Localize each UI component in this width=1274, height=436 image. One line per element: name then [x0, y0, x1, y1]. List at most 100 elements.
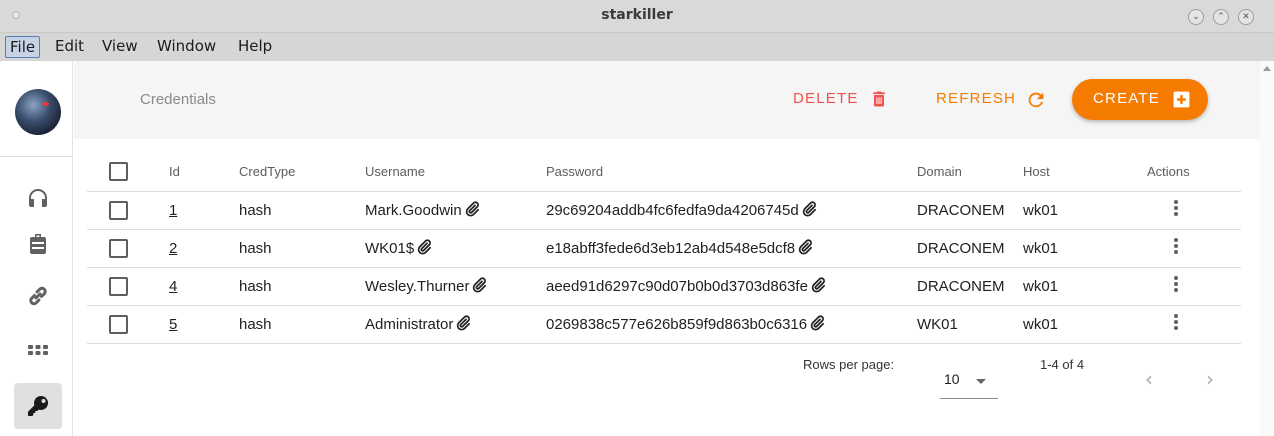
paperclip-icon[interactable]: [809, 315, 825, 331]
apps-grid-icon: [28, 345, 48, 355]
headphones-icon: [29, 189, 47, 207]
create-label: CREATE: [1093, 90, 1160, 107]
menu-file[interactable]: File: [5, 36, 41, 58]
username-cell: WK01$: [365, 229, 546, 268]
row-checkbox[interactable]: [109, 314, 128, 334]
domain-cell: WK01: [917, 305, 1023, 344]
more-actions-icon[interactable]: [1174, 236, 1178, 256]
password-text: 29c69204addb4fc6fedfa9da4206745d: [546, 202, 799, 219]
prev-page-button[interactable]: ‹: [1145, 367, 1153, 391]
more-actions-icon[interactable]: [1174, 274, 1178, 294]
menu-view[interactable]: View: [98, 36, 142, 58]
table-row: 1 hash Mark.Goodwin 29c69204addb4fc6fedf…: [87, 191, 1241, 230]
password-cell: e18abff3fede6d3eb12ab4d548e5dcf8: [546, 229, 917, 268]
menu-window[interactable]: Window: [153, 36, 220, 58]
row-checkbox[interactable]: [109, 200, 128, 220]
username-cell: Administrator: [365, 305, 546, 344]
refresh-label: REFRESH: [936, 90, 1017, 107]
toolbar: Credentials DELETE REFRESH CREATE: [74, 61, 1260, 139]
table-row: 4 hash Wesley.Thurner aeed91d6297c90d07b…: [87, 267, 1241, 306]
sidebar: [0, 61, 73, 436]
row-checkbox[interactable]: [109, 276, 128, 296]
menu-bar: File Edit View Window Help: [0, 33, 1274, 61]
header-password[interactable]: Password: [546, 152, 917, 192]
header-actions: Actions: [1147, 152, 1241, 192]
vertical-scrollbar[interactable]: [1260, 61, 1274, 436]
plus-box-icon: [1173, 91, 1190, 108]
maximize-button[interactable]: ⌃: [1213, 9, 1229, 25]
credential-id-link[interactable]: 1: [169, 202, 177, 219]
create-button[interactable]: CREATE: [1072, 79, 1208, 120]
more-actions-icon[interactable]: [1174, 198, 1178, 218]
paperclip-icon[interactable]: [797, 239, 813, 255]
credential-id-link[interactable]: 2: [169, 240, 177, 257]
breadcrumb[interactable]: Credentials: [140, 91, 216, 108]
key-icon: [28, 395, 49, 416]
menu-help[interactable]: Help: [234, 36, 276, 58]
close-button[interactable]: ✕: [1238, 9, 1254, 25]
sidebar-item-agents[interactable]: [14, 273, 62, 319]
briefcase-icon: [30, 234, 46, 254]
table-row: 2 hash WK01$ e18abff3fede6d3eb12ab4d548e…: [87, 229, 1241, 268]
window-title: starkiller: [601, 7, 673, 23]
header-domain[interactable]: Domain: [917, 152, 1023, 192]
password-cell: aeed91d6297c90d07b0b0d3703d863fe: [546, 267, 917, 306]
sidebar-divider: [0, 156, 73, 157]
sidebar-item-listeners[interactable]: [14, 175, 62, 221]
username-cell: Mark.Goodwin: [365, 191, 546, 230]
password-text: 0269838c577e626b859f9d863b0c6316: [546, 316, 808, 333]
refresh-icon: [1028, 92, 1044, 108]
sidebar-item-stagers[interactable]: [14, 221, 62, 267]
next-page-button[interactable]: ›: [1206, 367, 1214, 391]
paperclip-icon[interactable]: [810, 277, 826, 293]
menu-edit[interactable]: Edit: [51, 36, 88, 58]
delete-button[interactable]: DELETE: [793, 87, 885, 111]
username-text: WK01$: [365, 240, 415, 257]
header-host[interactable]: Host: [1023, 152, 1147, 192]
credentials-table: Id CredType Username Password Domain Hos…: [87, 152, 1241, 344]
rows-per-page-select[interactable]: 10: [940, 371, 998, 399]
sidebar-item-credentials[interactable]: [14, 383, 62, 429]
paperclip-icon[interactable]: [455, 315, 471, 331]
sidebar-item-modules[interactable]: [14, 327, 62, 373]
select-all-checkbox[interactable]: [109, 161, 128, 181]
table-row: 5 hash Administrator 0269838c577e626b859…: [87, 305, 1241, 344]
refresh-button[interactable]: REFRESH: [936, 87, 1044, 111]
password-cell: 0269838c577e626b859f9d863b0c6316: [546, 305, 917, 344]
header-id[interactable]: Id: [151, 152, 239, 192]
domain-cell: DRACONEM: [917, 267, 1023, 306]
credential-id-link[interactable]: 5: [169, 316, 177, 333]
password-text: aeed91d6297c90d07b0b0d3703d863fe: [546, 278, 808, 295]
header-credtype[interactable]: CredType: [239, 152, 365, 192]
host-cell: wk01: [1023, 229, 1147, 268]
pagination-range: 1-4 of 4: [1040, 357, 1085, 372]
minimize-button[interactable]: ⌄: [1188, 9, 1204, 25]
paperclip-icon[interactable]: [801, 201, 817, 217]
more-actions-icon[interactable]: [1174, 312, 1178, 332]
avatar[interactable]: [15, 89, 61, 135]
credtype-cell: hash: [239, 191, 365, 230]
paperclip-icon[interactable]: [416, 239, 432, 255]
host-cell: wk01: [1023, 305, 1147, 344]
title-bar: starkiller ⌄ ⌃ ✕: [0, 0, 1274, 33]
credtype-cell: hash: [239, 229, 365, 268]
link-icon: [29, 286, 47, 306]
row-checkbox[interactable]: [109, 238, 128, 258]
paperclip-icon[interactable]: [471, 277, 487, 293]
password-text: e18abff3fede6d3eb12ab4d548e5dcf8: [546, 240, 796, 257]
username-text: Mark.Goodwin: [365, 202, 462, 219]
paperclip-icon[interactable]: [464, 201, 480, 217]
username-cell: Wesley.Thurner: [365, 267, 546, 306]
username-text: Wesley.Thurner: [365, 278, 470, 295]
credential-id-link[interactable]: 4: [169, 278, 177, 295]
credtype-cell: hash: [239, 267, 365, 306]
select-all-cell: [87, 152, 151, 192]
trash-icon: [873, 91, 885, 107]
main-content: Credentials DELETE REFRESH CREATE Id Cre…: [74, 61, 1260, 436]
credtype-cell: hash: [239, 305, 365, 344]
delete-label: DELETE: [793, 90, 859, 107]
password-cell: 29c69204addb4fc6fedfa9da4206745d: [546, 191, 917, 230]
header-username[interactable]: Username: [365, 152, 546, 192]
host-cell: wk01: [1023, 191, 1147, 230]
scroll-up-arrow-icon[interactable]: [1263, 66, 1271, 71]
